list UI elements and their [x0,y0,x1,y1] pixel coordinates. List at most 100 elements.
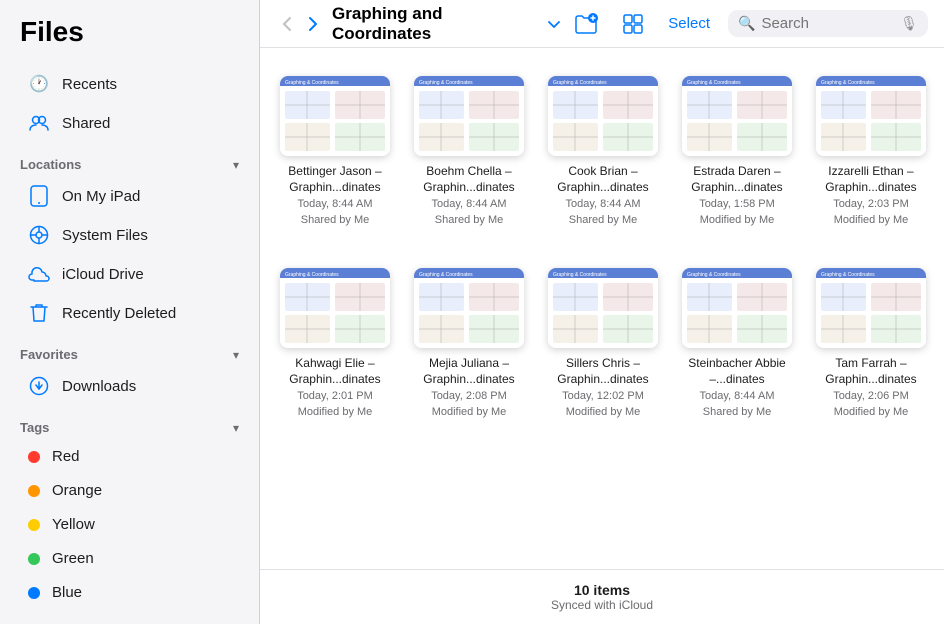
svg-text:Graphing & Coordinates: Graphing & Coordinates [687,80,741,86]
file-item[interactable]: Graphing & Coordinates Estrada Daren – G… [678,68,796,236]
toolbar-actions: Select 🔍 🎙 [568,9,928,39]
file-name: Bettinger Jason – Graphin...dinates [280,164,390,195]
blue-tag-dot [28,587,40,599]
forward-button[interactable] [302,12,324,36]
file-thumbnail: Graphing & Coordinates [280,76,390,156]
file-thumbnail: Graphing & Coordinates [414,76,524,156]
sidebar-item-downloads[interactable]: Downloads [8,367,251,405]
svg-text:Graphing & Coordinates: Graphing & Coordinates [553,80,607,86]
file-item[interactable]: Graphing & Coordinates Bettinger Jason –… [276,68,394,236]
toolbar-title-area: Graphing and Coordinates [332,4,560,44]
icloud-drive-label: iCloud Drive [62,266,144,283]
search-icon: 🔍 [738,15,755,32]
search-input[interactable] [761,15,894,32]
yellow-tag-label: Yellow [52,516,95,533]
orange-tag-dot [28,485,40,497]
sidebar-nav-section: 🕐 Recents Shared [0,64,259,143]
file-item[interactable]: Graphing & Coordinates Kahwagi Elie – Gr… [276,260,394,428]
file-thumbnail: Graphing & Coordinates [414,268,524,348]
locations-header-label: Locations [20,157,81,172]
sidebar: Files 🕐 Recents Shared Locations ▾ [0,0,260,624]
svg-text:Graphing & Coordinates: Graphing & Coordinates [419,272,473,278]
file-name: Sillers Chris – Graphin...dinates [548,356,658,387]
file-meta: Today, 2:01 PM Modified by Me [297,389,373,420]
sidebar-item-tag-red[interactable]: Red [8,440,251,473]
sidebar-item-on-my-ipad[interactable]: On My iPad [8,177,251,215]
file-item[interactable]: Graphing & Coordinates Tam Farrah – Grap… [812,260,930,428]
folder-title: Graphing and Coordinates [332,4,542,44]
sidebar-item-icloud-drive[interactable]: iCloud Drive [8,255,251,293]
red-tag-dot [28,451,40,463]
file-item[interactable]: Graphing & Coordinates Mejia Juliana – G… [410,260,528,428]
svg-text:Graphing & Coordinates: Graphing & Coordinates [285,80,339,86]
tags-chevron-icon: ▾ [233,421,239,435]
sidebar-item-recents[interactable]: 🕐 Recents [8,65,251,103]
file-meta: Today, 1:58 PM Modified by Me [699,197,775,228]
file-meta: Today, 8:44 AM Shared by Me [297,197,372,228]
file-thumbnail: Graphing & Coordinates [682,76,792,156]
file-item[interactable]: Graphing & Coordinates Boehm Chella – Gr… [410,68,528,236]
view-toggle-button[interactable] [616,9,650,39]
system-files-label: System Files [62,227,148,244]
file-item[interactable]: Graphing & Coordinates Steinbacher Abbie… [678,260,796,428]
downloads-icon [28,375,50,397]
locations-chevron-icon: ▾ [233,158,239,172]
locations-header[interactable]: Locations ▾ [0,143,259,176]
file-thumbnail: Graphing & Coordinates [548,76,658,156]
file-thumbnail: Graphing & Coordinates [548,268,658,348]
file-name: Kahwagi Elie – Graphin...dinates [280,356,390,387]
file-thumbnail: Graphing & Coordinates [682,268,792,348]
tags-header-label: Tags [20,420,49,435]
sidebar-item-tag-yellow[interactable]: Yellow [8,508,251,541]
sidebar-item-system-files[interactable]: System Files [8,216,251,254]
recents-icon: 🕐 [28,73,50,95]
sidebar-title: Files [0,16,259,64]
file-item[interactable]: Graphing & Coordinates Cook Brian – Grap… [544,68,662,236]
file-name: Cook Brian – Graphin...dinates [548,164,658,195]
on-my-ipad-label: On My iPad [62,188,140,205]
downloads-label: Downloads [62,378,136,395]
yellow-tag-dot [28,519,40,531]
tags-header[interactable]: Tags ▾ [0,406,259,439]
file-meta: Today, 2:06 PM Modified by Me [833,389,909,420]
svg-text:Graphing & Coordinates: Graphing & Coordinates [285,272,339,278]
sidebar-item-shared[interactable]: Shared [8,104,251,142]
locations-section: Locations ▾ On My iPad [0,143,259,333]
file-meta: Today, 8:44 AM Shared by Me [699,389,774,420]
svg-text:Graphing & Coordinates: Graphing & Coordinates [553,272,607,278]
file-thumbnail: Graphing & Coordinates [816,76,926,156]
sync-status: Synced with iCloud [272,598,932,612]
file-item[interactable]: Graphing & Coordinates Sillers Chris – G… [544,260,662,428]
shared-icon [28,112,50,134]
sidebar-item-recently-deleted[interactable]: Recently Deleted [8,294,251,332]
new-folder-button[interactable] [568,9,604,39]
icloud-icon [28,263,50,285]
sidebar-item-tag-blue[interactable]: Blue [8,576,251,609]
file-meta: Today, 8:44 AM Shared by Me [565,197,640,228]
file-meta: Today, 8:44 AM Shared by Me [431,197,506,228]
favorites-section: Favorites ▾ Downloads [0,333,259,406]
back-button[interactable] [276,12,298,36]
mic-icon[interactable]: 🎙 [900,15,918,32]
favorites-header[interactable]: Favorites ▾ [0,333,259,366]
toolbar: Graphing and Coordinates [260,0,944,48]
main-content: Graphing and Coordinates [260,0,944,624]
blue-tag-label: Blue [52,584,82,601]
file-meta: Today, 12:02 PM Modified by Me [562,389,644,420]
sidebar-item-tag-green[interactable]: Green [8,542,251,575]
ipad-icon [28,185,50,207]
file-item[interactable]: Graphing & Coordinates Izzarelli Ethan –… [812,68,930,236]
file-name: Mejia Juliana – Graphin...dinates [414,356,524,387]
select-button[interactable]: Select [662,11,716,36]
svg-text:Graphing & Coordinates: Graphing & Coordinates [687,272,741,278]
item-count: 10 items [272,582,932,598]
recently-deleted-label: Recently Deleted [62,305,176,322]
favorites-chevron-icon: ▾ [233,348,239,362]
orange-tag-label: Orange [52,482,102,499]
sidebar-item-tag-orange[interactable]: Orange [8,474,251,507]
nav-buttons [276,12,324,36]
file-name: Estrada Daren – Graphin...dinates [682,164,792,195]
title-chevron-icon[interactable] [548,16,560,32]
favorites-header-label: Favorites [20,347,78,362]
select-label: Select [668,15,710,32]
